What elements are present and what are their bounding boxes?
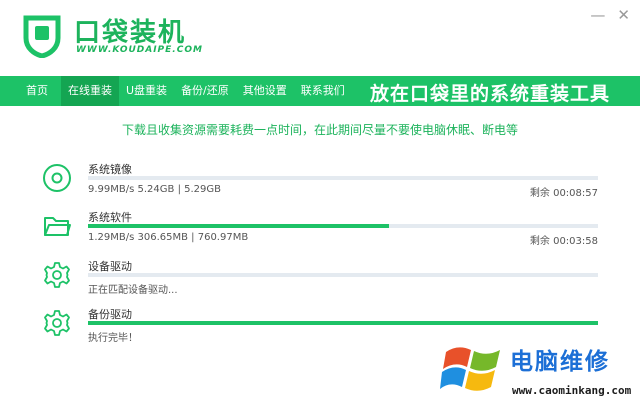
nav-slogan: 放在口袋里的系统重装工具 (369, 83, 610, 105)
windows-logo-icon (440, 347, 500, 391)
disc-icon (43, 164, 71, 192)
folder-icon (44, 217, 71, 236)
task-title: 系统软件 (88, 211, 132, 224)
task-title: 备份驱动 (88, 308, 132, 321)
task-detail: 9.99MB/s 5.24GB | 5.29GB (88, 184, 221, 195)
window-controls: — ✕ (590, 6, 630, 24)
nav-item-backup-restore[interactable]: 备份/还原 (174, 76, 236, 106)
nav-item-home[interactable]: 首页 (0, 76, 61, 106)
app-title: 口袋装机 (74, 18, 187, 48)
task-title: 设备驱动 (88, 260, 132, 273)
app-header: 口袋装机 WWW.KOUDAIPE.COM — ✕ (0, 0, 640, 76)
nav-items: 首页 在线重装 U盘重装 备份/还原 其他设置 联系我们 (0, 76, 352, 106)
progress-fill (88, 224, 389, 228)
task-row-device-drivers: 设备驱动 正在匹配设备驱动... (0, 256, 640, 302)
watermark-url: www.caominkang.com (512, 384, 632, 397)
nav-item-other-settings[interactable]: 其他设置 (236, 76, 294, 106)
progress-track (88, 321, 598, 325)
progress-fill (88, 321, 598, 325)
download-notice: 下载且收集资源需要耗费一点时间，在此期间尽量不要使电脑休眠、断电等 (121, 123, 518, 137)
close-button[interactable]: ✕ (617, 6, 630, 24)
task-detail: 正在匹配设备驱动... (88, 285, 178, 296)
task-remaining: 剩余 00:08:57 (529, 188, 598, 199)
nav-item-usb-reinstall[interactable]: U盘重装 (119, 76, 174, 106)
task-row-system-image: 系统镜像 9.99MB/s 5.24GB | 5.29GB 剩余 00:08:5… (0, 159, 640, 205)
watermark-title: 电脑维修 (510, 349, 610, 375)
task-row-system-software: 系统软件 1.29MB/s 306.65MB | 760.97MB 剩余 00:… (0, 207, 640, 253)
gear-icon (44, 262, 70, 288)
gear-icon (44, 310, 70, 336)
nav-item-online-reinstall[interactable]: 在线重装 (61, 76, 119, 106)
app-url: WWW.KOUDAIPE.COM (76, 45, 203, 55)
task-title: 系统镜像 (88, 163, 132, 176)
progress-track (88, 224, 598, 228)
nav-bar: 首页 在线重装 U盘重装 备份/还原 其他设置 联系我们 放在口袋里的系统重装工… (0, 76, 640, 106)
logo-icon (23, 15, 61, 58)
progress-track (88, 273, 598, 277)
task-detail: 1.29MB/s 306.65MB | 760.97MB (88, 232, 249, 243)
progress-track (88, 176, 598, 180)
task-detail: 执行完毕！ (88, 333, 138, 344)
task-remaining: 剩余 00:03:58 (529, 236, 598, 247)
nav-item-contact[interactable]: 联系我们 (294, 76, 352, 106)
minimize-button[interactable]: — (590, 6, 605, 24)
